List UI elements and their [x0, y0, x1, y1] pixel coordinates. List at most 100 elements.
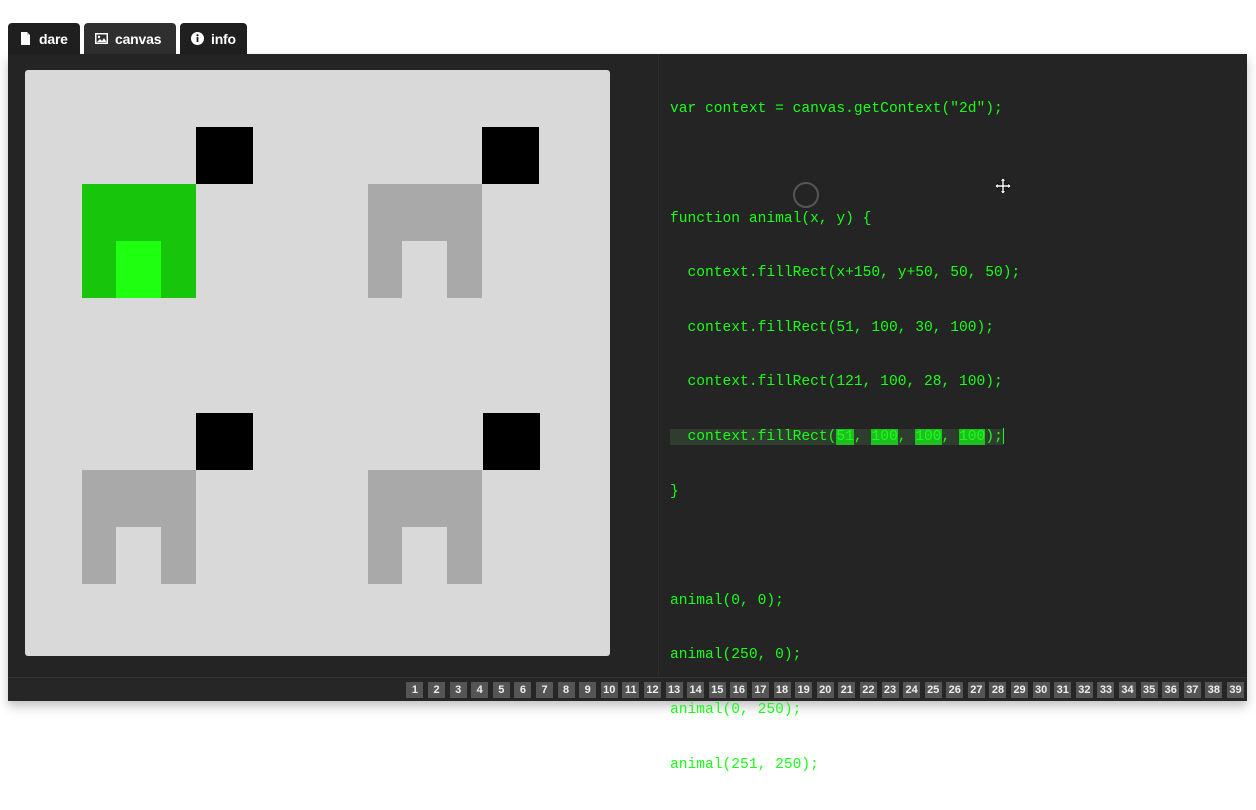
animal-top-right: [368, 127, 539, 298]
animal-head: [482, 127, 539, 184]
page-button-28[interactable]: 28: [989, 682, 1007, 698]
page-button-18[interactable]: 18: [773, 682, 791, 698]
page-button-8[interactable]: 8: [557, 682, 575, 698]
tab-info[interactable]: info: [180, 23, 247, 54]
page-button-16[interactable]: 16: [730, 682, 748, 698]
code-token: ,: [897, 428, 916, 445]
animal-bottom-left: [82, 413, 253, 584]
tab-label: info: [211, 30, 236, 47]
page-button-17[interactable]: 17: [751, 682, 769, 698]
page-button-38[interactable]: 38: [1205, 682, 1223, 698]
text-caret: [1002, 428, 1004, 445]
page-button-13[interactable]: 13: [665, 682, 683, 698]
animal-leg-right: [447, 184, 482, 298]
code-token: ,: [853, 428, 872, 445]
animal-top-left: [82, 127, 253, 298]
animal-leg-left: [82, 184, 116, 298]
page-button-14[interactable]: 14: [687, 682, 705, 698]
animal-body: [402, 470, 447, 527]
animal-body: [402, 184, 447, 241]
code-line[interactable]: var context = canvas.getContext("2d");: [670, 100, 1230, 118]
page-button-32[interactable]: 32: [1075, 682, 1093, 698]
page-button-33[interactable]: 33: [1097, 682, 1115, 698]
tab-label: canvas: [115, 30, 162, 47]
page-navigation: 1 2 3 4 5 6 7 8 9 10 11 12 13 14 15 16 17 18 19 20 21 22 23 24 2…: [8, 677, 1247, 701]
page-button-36[interactable]: 36: [1162, 682, 1180, 698]
code-token: ,: [941, 428, 960, 445]
page-button-37[interactable]: 37: [1183, 682, 1201, 698]
move-cursor-icon: [994, 177, 1012, 195]
drawing-canvas[interactable]: [25, 70, 610, 656]
code-line[interactable]: function animal(x, y) {: [670, 210, 1230, 228]
page-button-12[interactable]: 12: [643, 682, 661, 698]
page-button-9[interactable]: 9: [579, 682, 597, 698]
page-button-39[interactable]: 39: [1227, 682, 1244, 698]
image-icon: [94, 31, 109, 46]
page-button-2[interactable]: 2: [428, 682, 446, 698]
animal-leg-right: [447, 470, 482, 584]
page-button-19[interactable]: 19: [795, 682, 813, 698]
click-indicator-icon: [793, 182, 819, 208]
code-line[interactable]: context.fillRect(121, 100, 28, 100);: [670, 373, 1230, 391]
tab-dare[interactable]: dare: [8, 23, 80, 54]
page-button-5[interactable]: 5: [492, 682, 510, 698]
info-icon: [190, 31, 205, 46]
code-line[interactable]: animal(251, 250);: [670, 756, 1230, 774]
selected-text: context.fillRect(51, 100, 100, 100);: [670, 428, 1003, 445]
animal-leg-right: [161, 470, 196, 584]
animal-head: [196, 413, 253, 470]
code-token: context.fillRect(: [670, 428, 837, 445]
main-panel: var context = canvas.getContext("2d"); f…: [8, 54, 1247, 773]
code-line[interactable]: [670, 537, 1230, 555]
page-button-24[interactable]: 24: [903, 682, 921, 698]
animal-leg-left: [82, 470, 116, 584]
code-line[interactable]: animal(0, 250);: [670, 701, 1230, 719]
page-button-34[interactable]: 34: [1119, 682, 1137, 698]
number-token[interactable]: 100: [871, 428, 898, 445]
page-button-4[interactable]: 4: [471, 682, 489, 698]
code-line[interactable]: [670, 155, 1230, 173]
page-button-1[interactable]: 1: [406, 682, 424, 698]
code-line[interactable]: context.fillRect(x+150, y+50, 50, 50);: [670, 264, 1230, 282]
page-button-29[interactable]: 29: [1011, 682, 1029, 698]
number-token[interactable]: 51: [836, 428, 854, 445]
page-button-23[interactable]: 23: [881, 682, 899, 698]
page-button-20[interactable]: 20: [816, 682, 834, 698]
animal-body: [116, 470, 161, 527]
page-button-27[interactable]: 27: [967, 682, 985, 698]
page-button-6[interactable]: 6: [514, 682, 532, 698]
page-button-10[interactable]: 10: [600, 682, 618, 698]
file-icon: [18, 31, 33, 46]
page-button-3[interactable]: 3: [449, 682, 467, 698]
number-token[interactable]: 100: [959, 428, 986, 445]
code-line[interactable]: }: [670, 483, 1230, 501]
animal-head: [483, 413, 540, 470]
animal-bottom-right: [368, 413, 540, 584]
page-buttons: 1 2 3 4 5 6 7 8 9 10 11 12 13 14 15 16 17 18 19 20 21 22 23 24 2…: [402, 682, 1244, 698]
code-line[interactable]: animal(0, 0);: [670, 592, 1230, 610]
panel-divider: [658, 54, 659, 677]
page-button-35[interactable]: 35: [1140, 682, 1158, 698]
code-line[interactable]: context.fillRect(51, 100, 30, 100);: [670, 319, 1230, 337]
page-button-30[interactable]: 30: [1032, 682, 1050, 698]
code-line-selected[interactable]: context.fillRect(51, 100, 100, 100);: [670, 428, 1230, 446]
animal-body: [116, 184, 161, 241]
animal-head: [196, 127, 253, 184]
number-token[interactable]: 100: [915, 428, 942, 445]
page-button-21[interactable]: 21: [838, 682, 856, 698]
tab-label: dare: [39, 30, 68, 47]
tab-canvas[interactable]: canvas: [84, 23, 176, 54]
animal-leg-right: [161, 184, 196, 298]
animal-leg-left: [368, 184, 402, 298]
animal-highlight: [116, 241, 161, 298]
page-button-22[interactable]: 22: [859, 682, 877, 698]
page-button-7[interactable]: 7: [536, 682, 553, 698]
code-line[interactable]: animal(250, 0);: [670, 646, 1230, 664]
animal-leg-left: [368, 470, 402, 584]
page-button-26[interactable]: 26: [946, 682, 964, 698]
page-button-25[interactable]: 25: [924, 682, 942, 698]
page-button-15[interactable]: 15: [708, 682, 726, 698]
page-button-31[interactable]: 31: [1054, 682, 1072, 698]
page-button-11[interactable]: 11: [622, 682, 640, 698]
code-token: );: [985, 428, 1003, 445]
